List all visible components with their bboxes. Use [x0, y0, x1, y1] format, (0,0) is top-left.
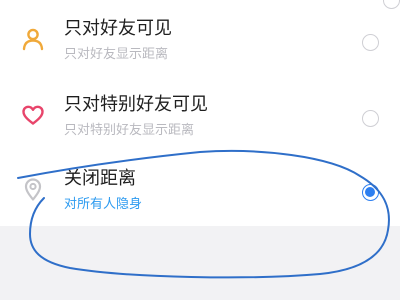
option-subtitle: 对所有人隐身 [64, 197, 143, 212]
radio-button[interactable] [362, 34, 379, 51]
option-disable-distance[interactable]: 关闭距离 对所有人隐身 [0, 154, 400, 226]
option-friends-only[interactable]: 只对好友可见 只对好友显示距离 [0, 4, 400, 76]
radio-button[interactable] [362, 110, 379, 127]
option-special-friends-only[interactable]: 只对特别好友可见 只对特别好友显示距离 [0, 80, 400, 152]
location-pin-icon [24, 178, 42, 201]
option-title: 只对好友可见 [64, 18, 172, 39]
radio-button-selected[interactable] [362, 184, 379, 201]
option-subtitle: 只对好友显示距离 [64, 47, 169, 62]
option-subtitle: 只对特别好友显示距离 [64, 123, 195, 138]
person-icon [22, 28, 44, 51]
heart-icon [22, 105, 44, 125]
distance-visibility-panel: 只对好友可见 只对好友显示距离 只对特别好友可见 只对特别好友显示距离 关闭距离… [0, 0, 400, 226]
option-title: 只对特别好友可见 [64, 94, 208, 115]
option-title: 关闭距离 [64, 168, 136, 189]
